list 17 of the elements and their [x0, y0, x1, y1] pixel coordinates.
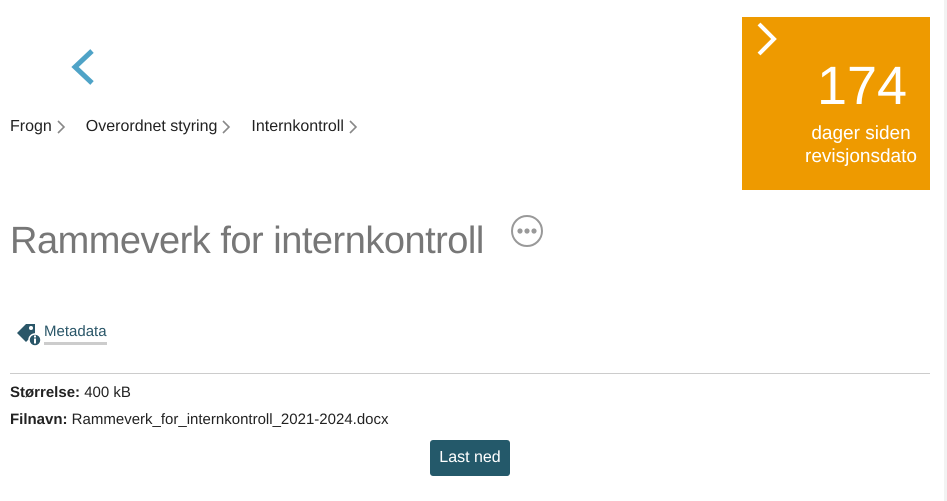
more-options-icon[interactable]	[510, 214, 544, 248]
metadata-link[interactable]: Metadata	[44, 323, 107, 345]
chevron-right-icon[interactable]	[756, 21, 778, 57]
counter-caption: dager siden revisjonsdato	[804, 123, 918, 169]
file-info-text: Filnavn: Rammeverk_for_internkontroll_2021-2024.docx	[10, 411, 390, 428]
chevron-right-icon	[222, 120, 232, 134]
counter-value: 174	[816, 59, 908, 113]
chevron-right-icon	[56, 120, 66, 134]
tag-info-icon	[16, 321, 42, 347]
page-title: Rammeverk for internkontroll	[10, 220, 484, 263]
breadcrumb-link[interactable]: Frogn	[10, 118, 52, 136]
back-chevron-icon[interactable]	[70, 48, 96, 86]
chevron-right-icon	[348, 120, 358, 134]
breadcrumb-link[interactable]: Internkontroll	[251, 118, 344, 136]
download-button[interactable]: Last ned	[430, 440, 510, 476]
breadcrumb-link[interactable]: Overordnet styring	[86, 118, 218, 136]
file-info-text: Størrelse: 400 kB	[10, 384, 132, 401]
